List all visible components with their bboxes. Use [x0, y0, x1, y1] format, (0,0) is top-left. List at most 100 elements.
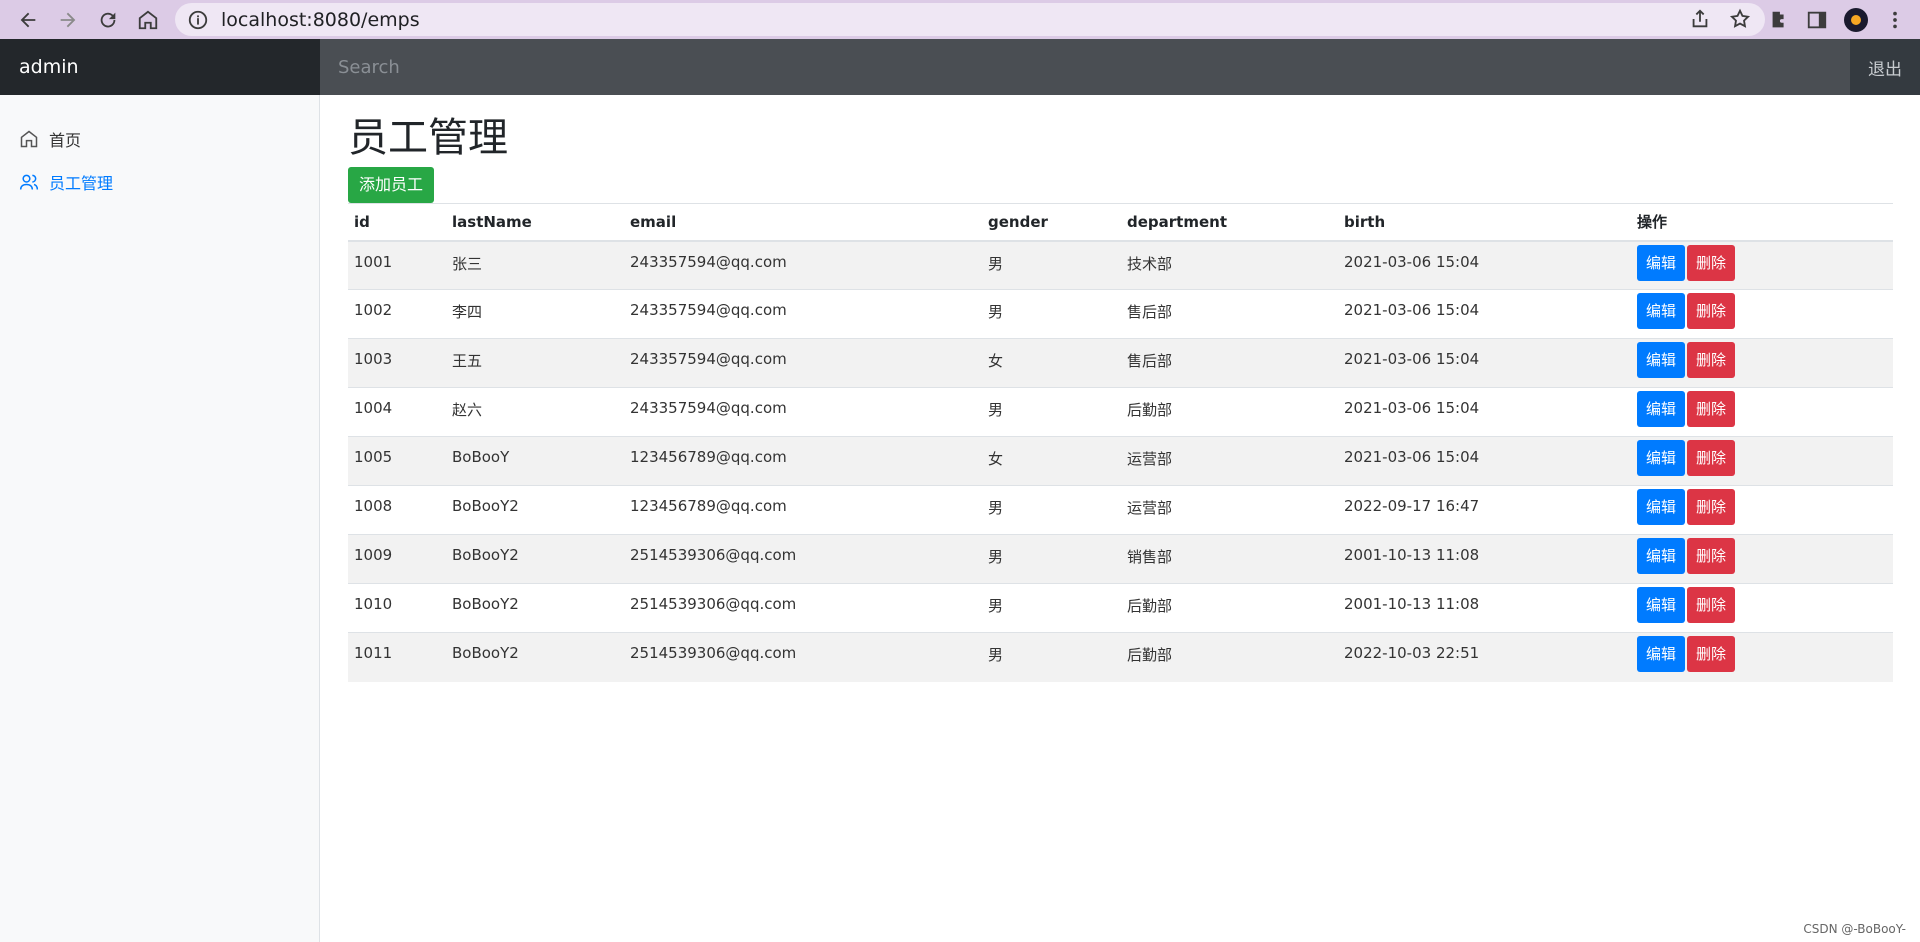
cell-department: 销售部	[1121, 534, 1338, 584]
edit-button[interactable]: 编辑	[1637, 293, 1686, 329]
edit-button[interactable]: 编辑	[1637, 587, 1686, 623]
watermark: CSDN @-BoBooY-	[1803, 922, 1906, 936]
column-header-department: department	[1121, 203, 1338, 242]
column-header-email: email	[624, 203, 982, 242]
table-row: 1003 王五 243357594@qq.com 女售后部 2021-03-06 15:…	[348, 338, 1893, 388]
cell-email: 243357594@qq.com	[624, 289, 982, 339]
brand[interactable]: admin	[0, 39, 320, 95]
url-text[interactable]: localhost:8080/emps	[221, 9, 420, 31]
cell-gender: 女	[982, 436, 1121, 486]
delete-button[interactable]: 删除	[1687, 391, 1736, 427]
search-input[interactable]	[320, 39, 1850, 95]
table-row: 1001 张三 243357594@qq.com 男技术部 2021-03-06 15:…	[348, 240, 1893, 290]
edit-button[interactable]: 编辑	[1637, 391, 1686, 427]
delete-button[interactable]: 删除	[1687, 489, 1736, 525]
profile-avatar[interactable]	[1844, 7, 1868, 32]
delete-button[interactable]: 删除	[1687, 342, 1736, 378]
home-button[interactable]	[128, 0, 168, 39]
cell-lastname: BoBooY2	[446, 485, 624, 535]
delete-button[interactable]: 删除	[1687, 538, 1736, 574]
delete-button[interactable]: 删除	[1687, 293, 1736, 329]
cell-department: 售后部	[1121, 289, 1338, 339]
home-icon	[20, 130, 38, 147]
edit-button[interactable]: 编辑	[1637, 342, 1686, 378]
main-content: 员工管理 添加员工 id lastName email gender depar…	[348, 95, 1893, 682]
cell-id: 1010	[348, 583, 446, 633]
reload-button[interactable]	[88, 0, 128, 39]
table-row: 1008 BoBooY2 123456789@qq.com 男运营部 2022-09-1…	[348, 485, 1893, 535]
delete-button[interactable]: 删除	[1687, 587, 1736, 623]
extensions-icon[interactable]	[1768, 9, 1790, 31]
table-row: 1002 李四 243357594@qq.com 男售后部 2021-03-06 15:…	[348, 289, 1893, 339]
delete-button[interactable]: 删除	[1687, 244, 1736, 281]
cell-department: 后勤部	[1121, 632, 1338, 682]
cell-actions: 编辑 删除	[1631, 240, 1893, 290]
cell-department: 技术部	[1121, 240, 1338, 290]
table-row: 1011 BoBooY2 2514539306@qq.com 男后勤部 2022-10-…	[348, 632, 1893, 682]
kebab-menu-icon[interactable]	[1884, 9, 1906, 31]
cell-birth: 2022-09-17 16:47	[1338, 485, 1631, 535]
browser-toolbar: localhost:8080/emps	[0, 0, 1920, 39]
users-icon	[19, 174, 39, 190]
sidebar: 首页 员工管理	[0, 95, 320, 942]
signout-link[interactable]: 退出	[1850, 39, 1920, 95]
sidebar-item-employees[interactable]: 员工管理	[0, 160, 319, 203]
cell-lastname: 王五	[446, 338, 624, 388]
top-navbar: admin 退出	[0, 39, 1920, 95]
arrow-left-icon	[20, 12, 36, 27]
cell-id: 1002	[348, 289, 446, 339]
table-body: 1001 张三 243357594@qq.com 男技术部 2021-03-06 15:…	[348, 240, 1893, 682]
star-icon[interactable]	[1729, 8, 1751, 30]
cell-birth: 2021-03-06 15:04	[1338, 338, 1631, 388]
cell-actions: 编辑 删除	[1631, 436, 1893, 486]
cell-lastname: BoBooY2	[446, 632, 624, 682]
cell-actions: 编辑 删除	[1631, 387, 1893, 437]
column-header-actions: 操作	[1631, 203, 1893, 242]
cell-actions: 编辑 删除	[1631, 289, 1893, 339]
delete-button[interactable]: 删除	[1687, 440, 1736, 476]
employee-table: id lastName email gender department birt…	[348, 203, 1893, 682]
cell-gender: 男	[982, 534, 1121, 584]
reload-icon	[100, 12, 116, 27]
table-row: 1005 BoBooY 123456789@qq.com 女运营部 2021-03-06…	[348, 436, 1893, 486]
sidebar-item-label: 首页	[49, 130, 82, 150]
sidebar-item-home[interactable]: 首页	[0, 117, 319, 160]
cell-id: 1004	[348, 387, 446, 437]
cell-birth: 2022-10-03 22:51	[1338, 632, 1631, 682]
cell-gender: 男	[982, 632, 1121, 682]
edit-button[interactable]: 编辑	[1637, 440, 1686, 476]
edit-button[interactable]: 编辑	[1637, 489, 1686, 525]
home-icon	[138, 10, 158, 29]
table-row: 1010 BoBooY2 2514539306@qq.com 男后勤部 2001-10-…	[348, 583, 1893, 633]
cell-birth: 2001-10-13 11:08	[1338, 583, 1631, 633]
cell-id: 1011	[348, 632, 446, 682]
edit-button[interactable]: 编辑	[1637, 538, 1686, 574]
cell-birth: 2021-03-06 15:04	[1338, 387, 1631, 437]
edit-button[interactable]: 编辑	[1637, 636, 1686, 672]
column-header-id: id	[348, 203, 446, 242]
cell-department: 运营部	[1121, 436, 1338, 486]
address-bar[interactable]: localhost:8080/emps	[175, 3, 1765, 36]
edit-button[interactable]: 编辑	[1637, 244, 1686, 281]
cell-id: 1008	[348, 485, 446, 535]
column-header-gender: gender	[982, 203, 1121, 242]
cell-birth: 2001-10-13 11:08	[1338, 534, 1631, 584]
info-icon[interactable]	[187, 9, 209, 31]
column-header-birth: birth	[1338, 203, 1631, 242]
add-employee-button[interactable]: 添加员工	[348, 167, 435, 203]
cell-lastname: BoBooY2	[446, 534, 624, 584]
delete-button[interactable]: 删除	[1687, 636, 1736, 672]
forward-button[interactable]	[48, 0, 88, 39]
table-row: 1009 BoBooY2 2514539306@qq.com 男销售部 2001-10-…	[348, 534, 1893, 584]
cell-id: 1005	[348, 436, 446, 486]
cell-email: 2514539306@qq.com	[624, 583, 982, 633]
side-panel-icon[interactable]	[1806, 9, 1828, 31]
cell-id: 1001	[348, 240, 446, 290]
cell-email: 243357594@qq.com	[624, 240, 982, 290]
cell-actions: 编辑 删除	[1631, 534, 1893, 584]
back-button[interactable]	[8, 0, 48, 39]
cell-email: 2514539306@qq.com	[624, 632, 982, 682]
share-icon[interactable]	[1689, 8, 1711, 30]
cell-lastname: 李四	[446, 289, 624, 339]
cell-gender: 男	[982, 387, 1121, 437]
